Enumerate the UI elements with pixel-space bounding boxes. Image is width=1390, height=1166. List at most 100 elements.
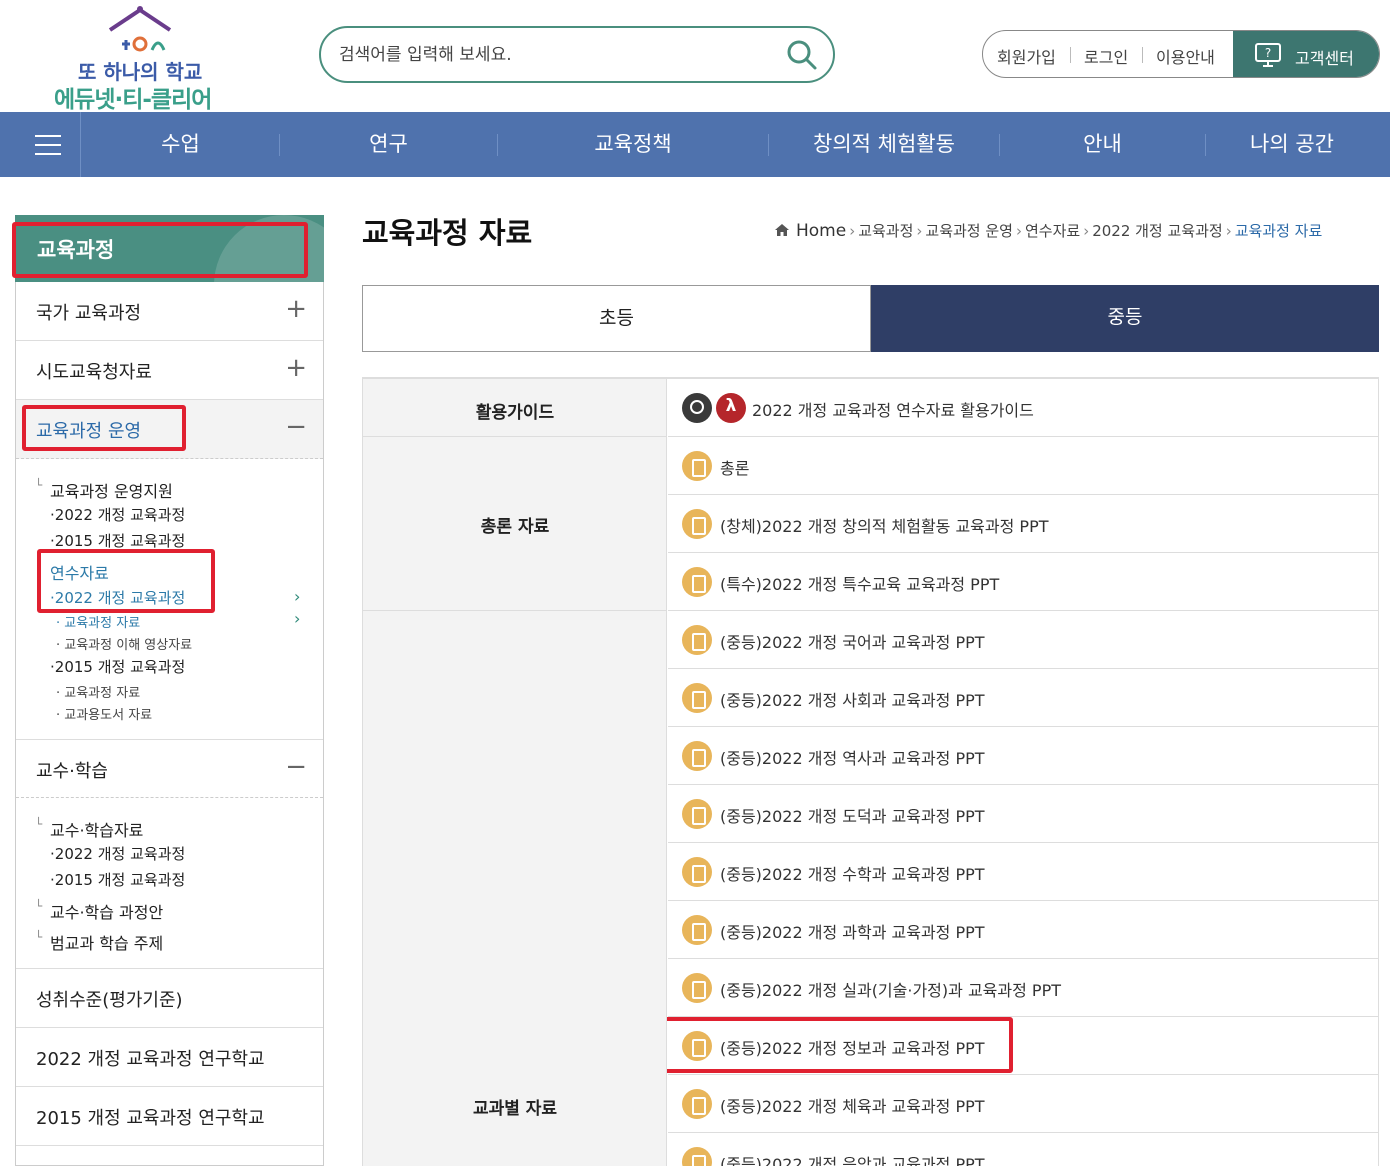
tab-elementary[interactable]: 초등 bbox=[362, 285, 871, 352]
chevron-right-icon: › bbox=[294, 609, 301, 628]
page-title: 교육과정 자료 bbox=[362, 216, 533, 250]
file-link[interactable]: (중등)2022 개정 음악과 교육과정 PPT bbox=[720, 1151, 985, 1166]
sub-item-textbook-materials[interactable]: · 교과용도서 자료 bbox=[56, 704, 152, 723]
sub-item-label: 2015 개정 교육과정 bbox=[54, 532, 186, 550]
guide-row[interactable]: 2022 개정 교육과정 연수자료 활용가이드 bbox=[668, 379, 1378, 437]
sub-item-understanding-video[interactable]: · 교육과정 이해 영상자료 bbox=[56, 634, 192, 653]
sub-item-label: 교육과정 자료 bbox=[64, 616, 141, 631]
file-link[interactable]: (중등)2022 개정 사회과 교육과정 PPT bbox=[720, 687, 985, 711]
download-file-icon[interactable] bbox=[682, 509, 712, 539]
sidebar-item-achievement-standards[interactable]: 성취수준(평가기준) bbox=[16, 968, 323, 1028]
sub-item-label: 2022 개정 교육과정 bbox=[54, 845, 186, 863]
download-file-icon[interactable] bbox=[682, 625, 712, 655]
file-row[interactable]: 총론 bbox=[668, 437, 1378, 495]
file-row[interactable]: (중등)2022 개정 음악과 교육과정 PPT bbox=[668, 1133, 1378, 1166]
search-bar bbox=[319, 26, 835, 83]
download-file-icon[interactable] bbox=[682, 799, 712, 829]
tab-secondary[interactable]: 중등 bbox=[871, 285, 1379, 352]
download-file-icon[interactable] bbox=[682, 567, 712, 597]
plus-icon[interactable]: + bbox=[285, 355, 307, 381]
sub-item-teaching-materials[interactable]: 교수·학습자료 bbox=[50, 817, 143, 841]
sub-item-operation-support[interactable]: 교육과정 운영지원 bbox=[50, 478, 173, 502]
search-input[interactable] bbox=[339, 40, 769, 70]
sub-item-2022-curriculum[interactable]: ·2022 개정 교육과정 bbox=[50, 504, 185, 525]
sub-item-cross-curricular[interactable]: 범교과 학습 주제 bbox=[50, 930, 163, 954]
sidebar-item-label: 시도교육청자료 bbox=[36, 362, 152, 383]
nav-item-guide[interactable]: 안내 bbox=[1000, 112, 1205, 177]
school-house-icon bbox=[108, 6, 172, 52]
download-file-icon[interactable] bbox=[682, 1089, 712, 1119]
sidebar-item-teaching-learning[interactable]: 교수·학습 − bbox=[16, 739, 323, 798]
file-link[interactable]: (중등)2022 개정 도덕과 교육과정 PPT bbox=[720, 803, 985, 827]
file-row[interactable]: (중등)2022 개정 역사과 교육과정 PPT bbox=[668, 727, 1378, 785]
breadcrumb-item[interactable]: 교육과정 운영 bbox=[925, 222, 1013, 240]
breadcrumb-item[interactable]: 2022 개정 교육과정 bbox=[1092, 222, 1223, 240]
breadcrumb-home[interactable]: Home bbox=[796, 221, 846, 241]
file-link[interactable]: (중등)2022 개정 실과(기술·가정)과 교육과정 PPT bbox=[720, 977, 1061, 1001]
preview-icon[interactable] bbox=[682, 393, 712, 423]
sidebar-item-research-school-2022[interactable]: 2022 개정 교육과정 연구학교 bbox=[16, 1028, 323, 1087]
file-row[interactable]: (특수)2022 개정 특수교육 교육과정 PPT bbox=[668, 553, 1378, 611]
breadcrumb-item[interactable]: 연수자료 bbox=[1025, 222, 1080, 240]
sidebar-item-research-school-2015[interactable]: 2015 개정 교육과정 연구학교 bbox=[16, 1087, 323, 1146]
menu-icon[interactable] bbox=[0, 112, 81, 177]
download-file-icon[interactable] bbox=[682, 973, 712, 1003]
highlight-box bbox=[22, 405, 186, 451]
sidebar: 교육과정 국가 교육과정 + 시도교육청자료 + 교육과정 운영 − └ 교육과… bbox=[15, 215, 324, 1166]
file-link[interactable]: (중등)2022 개정 체육과 교육과정 PPT bbox=[720, 1093, 985, 1117]
minus-icon[interactable]: − bbox=[285, 414, 307, 440]
search-icon[interactable] bbox=[785, 38, 819, 72]
file-row[interactable]: (중등)2022 개정 수학과 교육과정 PPT bbox=[668, 843, 1378, 901]
nav-item-research[interactable]: 연구 bbox=[280, 112, 497, 177]
sub-item-2015-curriculum[interactable]: ·2015 개정 교육과정 bbox=[50, 530, 185, 551]
sub-item-label: 교과용도서 자료 bbox=[64, 708, 153, 723]
sub-item-curriculum-materials-2015[interactable]: · 교육과정 자료 bbox=[56, 682, 140, 701]
file-link[interactable]: (중등)2022 개정 정보과 교육과정 PPT bbox=[720, 1035, 985, 1059]
file-link[interactable]: (중등)2022 개정 국어과 교육과정 PPT bbox=[720, 629, 985, 653]
sub-item-teaching-2015[interactable]: ·2015 개정 교육과정 bbox=[50, 869, 185, 890]
file-link[interactable]: (중등)2022 개정 과학과 교육과정 PPT bbox=[720, 919, 985, 943]
sub-item-curriculum-materials[interactable]: · 교육과정 자료 bbox=[56, 612, 140, 631]
tree-branch-icon: └ bbox=[35, 478, 43, 492]
login-link[interactable]: 로그인 bbox=[1084, 44, 1128, 68]
file-link[interactable]: 총론 bbox=[720, 455, 749, 479]
minus-icon[interactable]: − bbox=[285, 754, 307, 780]
signup-link[interactable]: 회원가입 bbox=[997, 44, 1056, 68]
plus-icon[interactable]: + bbox=[285, 296, 307, 322]
download-file-icon[interactable] bbox=[682, 915, 712, 945]
nav-item-creative-activity[interactable]: 창의적 체험활동 bbox=[769, 112, 999, 177]
file-row[interactable]: (중등)2022 개정 과학과 교육과정 PPT bbox=[668, 901, 1378, 959]
file-row[interactable]: (중등)2022 개정 사회과 교육과정 PPT bbox=[668, 669, 1378, 727]
download-file-icon[interactable] bbox=[682, 857, 712, 887]
file-row[interactable]: (중등)2022 개정 체육과 교육과정 PPT bbox=[668, 1075, 1378, 1133]
pdf-icon[interactable] bbox=[716, 393, 746, 423]
sub-item-training-2015[interactable]: ·2015 개정 교육과정 bbox=[50, 656, 185, 677]
download-file-icon[interactable] bbox=[682, 741, 712, 771]
download-file-icon[interactable] bbox=[682, 1031, 712, 1061]
file-row[interactable]: (중등)2022 개정 실과(기술·가정)과 교육과정 PPT bbox=[668, 959, 1378, 1017]
file-link[interactable]: (창체)2022 개정 창의적 체험활동 교육과정 PPT bbox=[720, 513, 1049, 537]
sidebar-item-national-curriculum[interactable]: 국가 교육과정 + bbox=[16, 282, 323, 341]
nav-item-my-space[interactable]: 나의 공간 bbox=[1206, 112, 1378, 177]
breadcrumb-item[interactable]: 교육과정 bbox=[858, 222, 913, 240]
sub-item-teaching-2022[interactable]: ·2022 개정 교육과정 bbox=[50, 843, 185, 864]
download-file-icon[interactable] bbox=[682, 451, 712, 481]
download-file-icon[interactable] bbox=[682, 1147, 712, 1166]
usage-guide-link[interactable]: 이용안내 bbox=[1156, 44, 1215, 68]
sub-item-lesson-plan[interactable]: 교수·학습 과정안 bbox=[50, 899, 163, 923]
file-row[interactable]: (중등)2022 개정 국어과 교육과정 PPT bbox=[668, 611, 1378, 669]
customer-center-button[interactable]: ? 고객센터 bbox=[1233, 31, 1379, 77]
file-row[interactable]: (창체)2022 개정 창의적 체험활동 교육과정 PPT bbox=[668, 495, 1378, 553]
site-logo[interactable]: 또 하나의 학교 에듀넷·티-클리어 bbox=[50, 6, 230, 113]
file-link[interactable]: (중등)2022 개정 수학과 교육과정 PPT bbox=[720, 861, 985, 885]
sidebar-item-provincial[interactable]: 시도교육청자료 + bbox=[16, 341, 323, 400]
nav-item-policy[interactable]: 교육정책 bbox=[498, 112, 768, 177]
file-link[interactable]: (중등)2022 개정 역사과 교육과정 PPT bbox=[720, 745, 985, 769]
file-link[interactable]: (특수)2022 개정 특수교육 교육과정 PPT bbox=[720, 571, 999, 595]
file-row[interactable]: (중등)2022 개정 도덕과 교육과정 PPT bbox=[668, 785, 1378, 843]
nav-item-class[interactable]: 수업 bbox=[82, 112, 279, 177]
file-row[interactable]: (중등)2022 개정 정보과 교육과정 PPT bbox=[668, 1017, 1378, 1075]
guide-link[interactable]: 2022 개정 교육과정 연수자료 활용가이드 bbox=[752, 397, 1034, 421]
materials-table: 활용가이드 2022 개정 교육과정 연수자료 활용가이드 총론 자료 총론 (… bbox=[362, 377, 1379, 1166]
download-file-icon[interactable] bbox=[682, 683, 712, 713]
